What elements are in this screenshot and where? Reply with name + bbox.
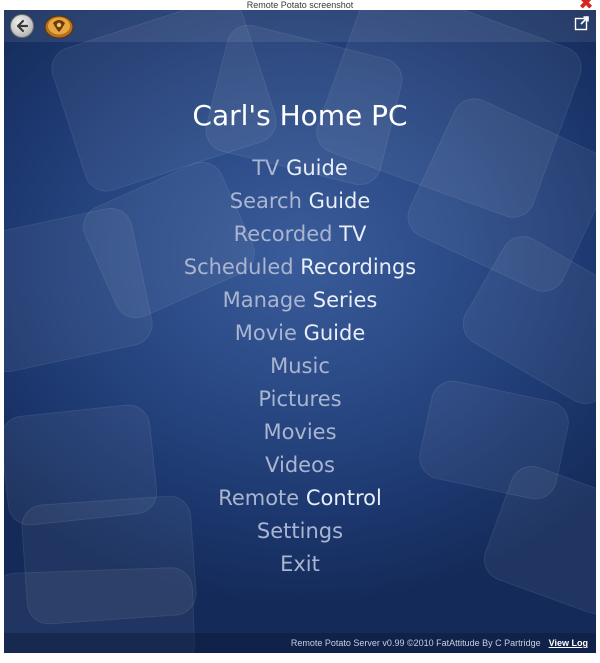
menu-item-recorded-tv[interactable]: Recorded TV bbox=[4, 218, 596, 251]
top-bar bbox=[4, 10, 596, 42]
menu-item-label: Settings bbox=[256, 519, 344, 543]
menu-item-remote-control[interactable]: Remote Control bbox=[4, 482, 596, 515]
menu-item-label: Recordings bbox=[293, 255, 417, 279]
menu-item-label: Movies bbox=[263, 420, 337, 444]
menu-item-exit[interactable]: Exit bbox=[4, 548, 596, 581]
back-button[interactable] bbox=[10, 14, 34, 38]
footer-credits: Remote Potato Server v0.99 ©2010 FatAtti… bbox=[290, 638, 541, 648]
menu-item-label: Videos bbox=[265, 453, 335, 477]
menu-item-label: Guide bbox=[301, 189, 371, 213]
menu-item-label: TV bbox=[252, 156, 280, 180]
menu-item-label: Guide bbox=[296, 321, 366, 345]
menu-item-label: TV bbox=[332, 222, 367, 246]
menu-item-tv-guide[interactable]: TV Guide bbox=[4, 152, 596, 185]
menu-item-label: Series bbox=[306, 288, 378, 312]
menu-item-label: Remote bbox=[218, 486, 300, 510]
menu-item-label: Guide bbox=[279, 156, 348, 180]
menu-item-search-guide[interactable]: Search Guide bbox=[4, 185, 596, 218]
menu-item-label: Manage bbox=[222, 288, 307, 312]
remote-potato-logo-icon[interactable] bbox=[44, 13, 74, 39]
external-window-icon[interactable] bbox=[574, 15, 590, 31]
menu-item-label: Music bbox=[270, 354, 330, 378]
menu-item-label: Recorded bbox=[233, 222, 333, 246]
footer-bar: Remote Potato Server v0.99 ©2010 FatAtti… bbox=[4, 633, 596, 653]
menu-item-label: Search bbox=[229, 189, 302, 213]
menu-item-settings[interactable]: Settings bbox=[4, 515, 596, 548]
menu-item-manage-series[interactable]: Manage Series bbox=[4, 284, 596, 317]
app-screen: Carl's Home PC TV Guide Search Guide Rec… bbox=[4, 10, 596, 653]
menu-item-movie-guide[interactable]: Movie Guide bbox=[4, 317, 596, 350]
menu-item-movies[interactable]: Movies bbox=[4, 416, 596, 449]
back-arrow-icon bbox=[16, 19, 29, 33]
menu-item-music[interactable]: Music bbox=[4, 350, 596, 383]
page-title: Carl's Home PC bbox=[192, 99, 408, 132]
menu-item-label: Exit bbox=[280, 552, 320, 576]
menu-item-label: Pictures bbox=[258, 387, 342, 411]
menu-item-videos[interactable]: Videos bbox=[4, 449, 596, 482]
menu-item-label: Control bbox=[299, 486, 382, 510]
menu-item-scheduled-recordings[interactable]: Scheduled Recordings bbox=[4, 251, 596, 284]
menu-item-label: Movie bbox=[234, 321, 297, 345]
main-menu: TV Guide Search Guide Recorded TV Schedu… bbox=[4, 152, 596, 581]
menu-item-label: Scheduled bbox=[183, 255, 294, 279]
menu-item-pictures[interactable]: Pictures bbox=[4, 383, 596, 416]
view-log-link[interactable]: View Log bbox=[549, 638, 588, 648]
